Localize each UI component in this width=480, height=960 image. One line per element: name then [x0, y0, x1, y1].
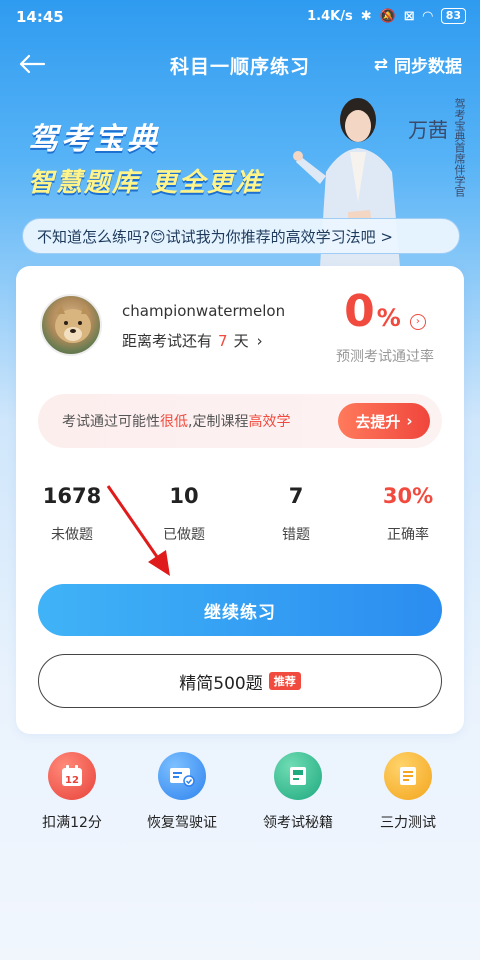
circle-chevron-right-icon: › [409, 313, 426, 330]
spokesperson-name: 万茜 [408, 118, 448, 142]
chevron-right-icon: › [256, 331, 263, 350]
annotation-arrow-icon [106, 485, 170, 576]
battery-icon: 83 [440, 8, 466, 24]
sync-icon: ⇄ [373, 54, 388, 75]
calendar-12-icon: 12 [48, 752, 96, 800]
tool-three-ability-test[interactable]: 三力测试 [348, 752, 468, 832]
pass-rate-value: 0% [344, 286, 401, 344]
bluetooth-icon: ✱ [360, 8, 372, 24]
simplified-label: 精简500题 [179, 673, 263, 694]
tool-label: 扣满12分 [42, 815, 102, 831]
status-indicators: 1.4K/s ✱ 🔕 ⊠ ◠ 83 [307, 8, 466, 24]
study-method-tip[interactable]: 不知道怎么练吗?😊试试我为你推荐的高效学习法吧 > [22, 218, 460, 254]
promo-text: 考试通过可能性很低,定制课程高效学 [62, 411, 290, 431]
book-icon [274, 752, 322, 800]
license-card-icon [158, 752, 206, 800]
status-time: 14:45 [16, 8, 64, 26]
chevron-right-icon: › [406, 412, 413, 430]
improve-button-label: 去提升 [355, 412, 401, 431]
recommend-badge: 推荐 [268, 672, 301, 690]
tool-label: 三力测试 [380, 815, 436, 831]
promo-text-before: 考试通过可能性 [62, 414, 160, 430]
pass-rate-number: 0 [344, 286, 375, 337]
exam-countdown-prefix: 距离考试还有 [122, 332, 213, 350]
improve-button[interactable]: 去提升 › [338, 403, 430, 439]
svg-text:12: 12 [65, 775, 79, 786]
pass-rate-unit: % [376, 304, 401, 332]
stats-row: 1678 未做题 10 已做题 7 错题 30% 正确率 [16, 482, 464, 552]
spokesperson-role: 驾考宝典首席伴学官 [453, 98, 466, 197]
improve-promo: 考试通过可能性很低,定制课程高效学 去提升 › [38, 394, 442, 448]
sync-data-button[interactable]: ⇄ 同步数据 [373, 52, 462, 78]
tools-row: 12 扣满12分 恢复驾驶证 领考试秘籍 三力测试 [0, 752, 480, 842]
tool-label: 领考试秘籍 [263, 815, 333, 831]
continue-practice-button[interactable]: 继续练习 [38, 584, 442, 636]
dog-avatar-icon [55, 304, 91, 343]
tool-label: 恢复驾驶证 [147, 815, 217, 831]
stat-value: 7 [288, 484, 304, 508]
exam-countdown-suffix: 天 [233, 332, 249, 350]
stat-label: 正确率 [387, 527, 429, 543]
avatar[interactable] [40, 294, 102, 356]
tool-restore-license[interactable]: 恢复驾驶证 [122, 752, 242, 832]
stat-value: 30% [382, 484, 434, 508]
tool-exam-tips[interactable]: 领考试秘籍 [238, 752, 358, 832]
promo-text-middle: ,定制课程 [188, 414, 249, 430]
simplified-500-button[interactable]: 精简500题 推荐 [38, 654, 442, 708]
document-icon [384, 752, 432, 800]
top-nav: 科目一顺序练习 ⇄ 同步数据 [0, 40, 480, 88]
stat-wrong[interactable]: 7 错题 [240, 482, 352, 544]
tool-reset-12-points[interactable]: 12 扣满12分 [12, 752, 132, 832]
sim-off-icon: ⊠ [403, 8, 415, 24]
pass-rate-label: 预测考试通过率 [336, 349, 434, 365]
exam-days-number: 7 [218, 331, 228, 350]
stat-label: 错题 [282, 527, 310, 543]
pass-rate[interactable]: 0% › 预测考试通过率 [330, 286, 440, 366]
username: championwatermelon [122, 302, 286, 320]
network-speed: 1.4K/s [307, 8, 353, 24]
promo-highlight-low: 很低 [160, 414, 188, 430]
mute-icon: 🔕 [379, 8, 396, 24]
status-bar: 14:45 1.4K/s ✱ 🔕 ⊠ ◠ 83 [0, 0, 480, 34]
practice-card: championwatermelon 距离考试还有 7 天 › 0% › 预测考… [16, 266, 464, 734]
banner-title: 驾考宝典 [28, 122, 160, 157]
banner-slogan: 智慧题库 更全更准 [28, 168, 264, 198]
promo-highlight-efficient: 高效学 [248, 414, 291, 430]
sync-label: 同步数据 [394, 57, 462, 77]
stat-accuracy[interactable]: 30% 正确率 [352, 482, 464, 544]
wifi-icon: ◠ [422, 8, 433, 24]
exam-countdown[interactable]: 距离考试还有 7 天 › [122, 330, 263, 351]
